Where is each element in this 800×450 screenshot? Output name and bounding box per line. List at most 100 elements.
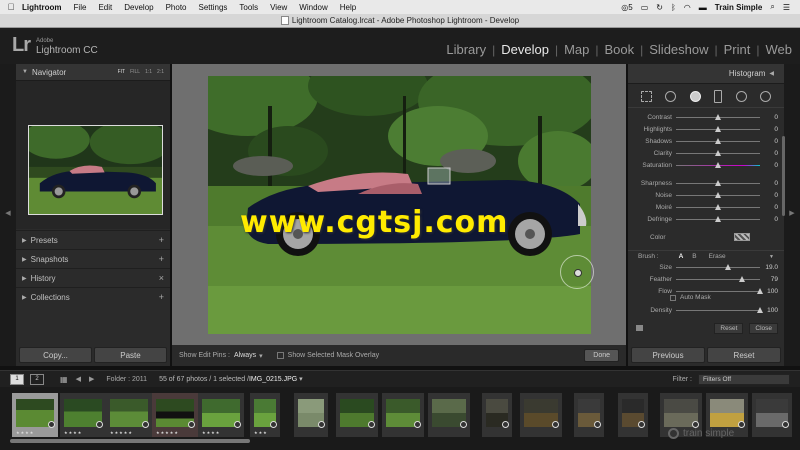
- main-screen-button[interactable]: 1: [10, 373, 24, 385]
- menu-app-name[interactable]: Lightroom: [22, 3, 62, 12]
- navigator-header[interactable]: ▼ Navigator FIT FILL 1:1 2:1: [16, 64, 170, 81]
- auto-mask-checkbox[interactable]: [670, 294, 676, 301]
- slider-track[interactable]: [676, 215, 760, 222]
- film-thumbnail[interactable]: [428, 393, 470, 437]
- wifi-icon[interactable]: ◠: [684, 3, 691, 12]
- arrow-left-icon[interactable]: ◀: [76, 375, 81, 383]
- clarity-slider[interactable]: Clarity 0: [628, 147, 784, 159]
- menu-file[interactable]: File: [74, 3, 87, 12]
- arrow-right-icon[interactable]: ▶: [89, 375, 94, 383]
- previous-button[interactable]: Previous: [631, 347, 705, 363]
- zoom-fit[interactable]: FIT: [118, 69, 126, 75]
- slider-track[interactable]: [676, 192, 760, 199]
- film-thumbnail[interactable]: ★★★★★: [106, 393, 152, 437]
- film-thumbnail[interactable]: ★★★: [250, 393, 280, 437]
- menu-list-icon[interactable]: ☰: [783, 3, 790, 12]
- slider-thumb[interactable]: [715, 215, 721, 222]
- slider-track[interactable]: [676, 149, 760, 156]
- zoom-1-1[interactable]: 1:1: [145, 69, 152, 75]
- filmstrip-scrollbar[interactable]: [10, 439, 250, 443]
- user-name[interactable]: Train Simple: [715, 3, 763, 12]
- panel-presets[interactable]: ▶ Presets +: [16, 230, 170, 249]
- menu-develop[interactable]: Develop: [124, 3, 153, 12]
- film-thumbnail[interactable]: [482, 393, 512, 437]
- folder-source[interactable]: Folder : 2011: [106, 376, 147, 383]
- module-web[interactable]: Web: [766, 42, 793, 57]
- slider-thumb[interactable]: [739, 276, 746, 283]
- second-screen-button[interactable]: 2: [30, 373, 44, 385]
- slider-track[interactable]: [676, 276, 760, 283]
- edit-pins-select[interactable]: Always: [234, 352, 256, 359]
- menu-help[interactable]: Help: [340, 3, 356, 12]
- slider-track[interactable]: [676, 161, 760, 168]
- battery-icon[interactable]: ▬: [699, 3, 707, 12]
- filmstrip[interactable]: ★★★★ ★★★★ ★★★★★ ★★★★★ ★★★★ ★★★: [0, 387, 800, 450]
- grid-view-icon[interactable]: ▦: [60, 375, 68, 384]
- saturation-slider[interactable]: Saturation 0: [628, 159, 784, 171]
- slider-value[interactable]: 0: [760, 216, 778, 223]
- slider-thumb[interactable]: [757, 307, 763, 314]
- brush-reset-button[interactable]: Reset: [714, 322, 744, 334]
- zoom-fill[interactable]: FILL: [130, 69, 140, 75]
- current-filename[interactable]: IMG_0215.JPG: [249, 376, 297, 383]
- size-slider[interactable]: Size 19.0: [628, 262, 784, 274]
- copy-button[interactable]: Copy...: [19, 347, 92, 363]
- panel-snapshots[interactable]: ▶ Snapshots +: [16, 249, 170, 268]
- erase-button[interactable]: Erase: [709, 253, 726, 260]
- paste-button[interactable]: Paste: [94, 347, 167, 363]
- slider-track[interactable]: [676, 307, 763, 314]
- film-thumbnail[interactable]: [294, 393, 328, 437]
- brush-a-button[interactable]: A: [679, 253, 684, 260]
- clear-history-icon[interactable]: ×: [159, 273, 164, 283]
- slider-thumb[interactable]: [715, 126, 721, 133]
- panel-history[interactable]: ▶ History ×: [16, 268, 170, 287]
- filter-select[interactable]: Filters Off: [698, 373, 790, 385]
- slider-thumb[interactable]: [715, 114, 721, 121]
- histogram-header[interactable]: Histogram ◀: [628, 64, 784, 84]
- right-panel-toggle[interactable]: ▶: [784, 64, 800, 366]
- slider-thumb[interactable]: [725, 264, 732, 271]
- feather-slider[interactable]: Feather 79: [628, 274, 784, 286]
- slider-value[interactable]: 79: [760, 276, 778, 283]
- highlights-slider[interactable]: Highlights 0: [628, 124, 784, 136]
- mask-edit-pin[interactable]: [560, 255, 594, 289]
- module-library[interactable]: Library: [446, 42, 486, 57]
- slider-track[interactable]: [676, 180, 760, 187]
- module-print[interactable]: Print: [724, 42, 751, 57]
- film-thumbnail[interactable]: [336, 393, 378, 437]
- slider-thumb[interactable]: [715, 203, 721, 210]
- slider-thumb[interactable]: [715, 161, 721, 168]
- module-book[interactable]: Book: [604, 42, 634, 57]
- slider-value[interactable]: 0: [760, 204, 778, 211]
- screen-icon[interactable]: ▭: [641, 3, 649, 12]
- shadows-slider[interactable]: Shadows 0: [628, 136, 784, 148]
- sync-icon[interactable]: ↻: [656, 3, 663, 12]
- adjustment-brush-icon[interactable]: [760, 91, 772, 102]
- slider-value[interactable]: 0: [760, 138, 778, 145]
- slider-track[interactable]: [676, 114, 760, 121]
- film-thumbnail[interactable]: [574, 393, 604, 437]
- status-icon[interactable]: ◎5: [621, 3, 632, 12]
- slider-value[interactable]: 0: [760, 180, 778, 187]
- navigator-preview[interactable]: [16, 81, 170, 229]
- slider-value[interactable]: 0: [760, 192, 778, 199]
- zoom-2-1[interactable]: 2:1: [157, 69, 164, 75]
- film-thumbnail[interactable]: [752, 393, 792, 437]
- slider-track[interactable]: [676, 126, 760, 133]
- reset-button[interactable]: Reset: [707, 347, 781, 363]
- film-thumbnail[interactable]: [382, 393, 424, 437]
- red-eye-icon[interactable]: [689, 91, 701, 102]
- search-icon[interactable]: ⌕: [770, 2, 774, 12]
- slider-thumb[interactable]: [715, 137, 721, 144]
- chevron-down-icon[interactable]: ▼: [769, 254, 774, 260]
- noise-slider[interactable]: Noise 0: [628, 190, 784, 202]
- film-thumbnail[interactable]: ★★★★: [12, 393, 58, 437]
- menu-settings[interactable]: Settings: [199, 3, 228, 12]
- color-swatch[interactable]: [734, 233, 750, 241]
- panel-collections[interactable]: ▶ Collections +: [16, 287, 170, 306]
- moire-slider[interactable]: Moiré 0: [628, 202, 784, 214]
- mask-overlay-checkbox[interactable]: [276, 352, 284, 359]
- menu-photo[interactable]: Photo: [166, 3, 187, 12]
- graduated-filter-icon[interactable]: [714, 90, 723, 103]
- slider-track[interactable]: [676, 264, 760, 271]
